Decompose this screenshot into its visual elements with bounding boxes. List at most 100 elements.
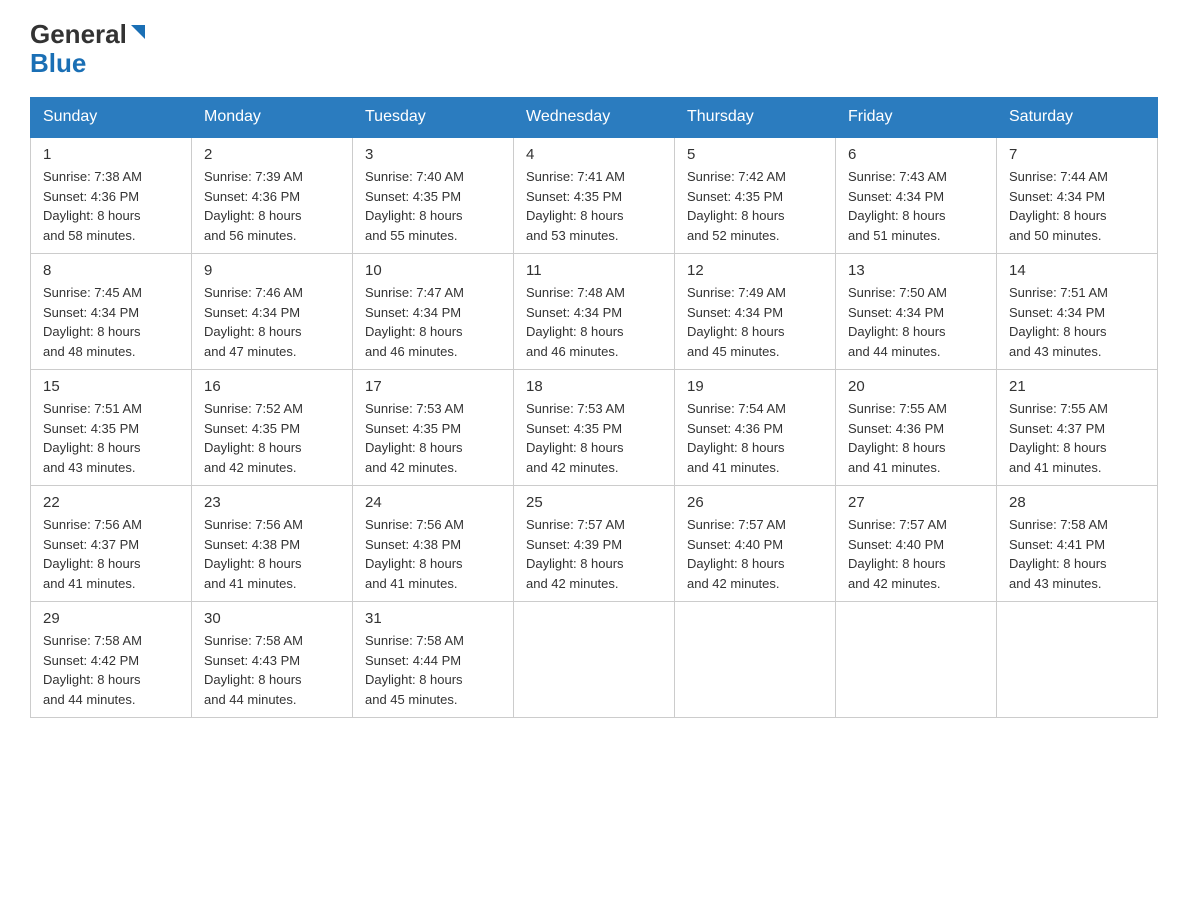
day-number: 30 [204, 610, 340, 627]
day-info: Sunrise: 7:57 AMSunset: 4:39 PMDaylight:… [526, 517, 625, 591]
day-info: Sunrise: 7:40 AMSunset: 4:35 PMDaylight:… [365, 169, 464, 243]
calendar-cell [997, 602, 1158, 718]
calendar-cell: 13 Sunrise: 7:50 AMSunset: 4:34 PMDaylig… [836, 254, 997, 370]
day-info: Sunrise: 7:42 AMSunset: 4:35 PMDaylight:… [687, 169, 786, 243]
day-info: Sunrise: 7:57 AMSunset: 4:40 PMDaylight:… [687, 517, 786, 591]
calendar-cell: 23 Sunrise: 7:56 AMSunset: 4:38 PMDaylig… [192, 486, 353, 602]
day-number: 24 [365, 494, 501, 511]
day-info: Sunrise: 7:58 AMSunset: 4:43 PMDaylight:… [204, 633, 303, 707]
calendar-cell [836, 602, 997, 718]
calendar-cell: 24 Sunrise: 7:56 AMSunset: 4:38 PMDaylig… [353, 486, 514, 602]
calendar-table: SundayMondayTuesdayWednesdayThursdayFrid… [30, 97, 1158, 718]
logo-blue-text: Blue [30, 48, 86, 78]
calendar-cell: 25 Sunrise: 7:57 AMSunset: 4:39 PMDaylig… [514, 486, 675, 602]
day-number: 16 [204, 378, 340, 395]
calendar-cell: 5 Sunrise: 7:42 AMSunset: 4:35 PMDayligh… [675, 137, 836, 254]
weekday-header-thursday: Thursday [675, 98, 836, 138]
logo-general-text: General [30, 20, 127, 49]
day-number: 22 [43, 494, 179, 511]
day-info: Sunrise: 7:44 AMSunset: 4:34 PMDaylight:… [1009, 169, 1108, 243]
day-number: 20 [848, 378, 984, 395]
day-number: 19 [687, 378, 823, 395]
day-info: Sunrise: 7:55 AMSunset: 4:36 PMDaylight:… [848, 401, 947, 475]
day-info: Sunrise: 7:38 AMSunset: 4:36 PMDaylight:… [43, 169, 142, 243]
calendar-cell: 27 Sunrise: 7:57 AMSunset: 4:40 PMDaylig… [836, 486, 997, 602]
calendar-cell: 6 Sunrise: 7:43 AMSunset: 4:34 PMDayligh… [836, 137, 997, 254]
calendar-cell: 7 Sunrise: 7:44 AMSunset: 4:34 PMDayligh… [997, 137, 1158, 254]
day-info: Sunrise: 7:50 AMSunset: 4:34 PMDaylight:… [848, 285, 947, 359]
calendar-cell: 21 Sunrise: 7:55 AMSunset: 4:37 PMDaylig… [997, 370, 1158, 486]
day-number: 21 [1009, 378, 1145, 395]
day-number: 14 [1009, 262, 1145, 279]
calendar-cell: 14 Sunrise: 7:51 AMSunset: 4:34 PMDaylig… [997, 254, 1158, 370]
day-number: 3 [365, 146, 501, 163]
calendar-cell: 17 Sunrise: 7:53 AMSunset: 4:35 PMDaylig… [353, 370, 514, 486]
calendar-cell: 20 Sunrise: 7:55 AMSunset: 4:36 PMDaylig… [836, 370, 997, 486]
calendar-cell: 12 Sunrise: 7:49 AMSunset: 4:34 PMDaylig… [675, 254, 836, 370]
day-number: 28 [1009, 494, 1145, 511]
day-info: Sunrise: 7:45 AMSunset: 4:34 PMDaylight:… [43, 285, 142, 359]
day-info: Sunrise: 7:53 AMSunset: 4:35 PMDaylight:… [526, 401, 625, 475]
day-number: 31 [365, 610, 501, 627]
calendar-cell: 16 Sunrise: 7:52 AMSunset: 4:35 PMDaylig… [192, 370, 353, 486]
calendar-week-row: 15 Sunrise: 7:51 AMSunset: 4:35 PMDaylig… [31, 370, 1158, 486]
day-info: Sunrise: 7:49 AMSunset: 4:34 PMDaylight:… [687, 285, 786, 359]
day-info: Sunrise: 7:46 AMSunset: 4:34 PMDaylight:… [204, 285, 303, 359]
calendar-cell: 18 Sunrise: 7:53 AMSunset: 4:35 PMDaylig… [514, 370, 675, 486]
day-number: 7 [1009, 146, 1145, 163]
day-number: 8 [43, 262, 179, 279]
calendar-cell: 22 Sunrise: 7:56 AMSunset: 4:37 PMDaylig… [31, 486, 192, 602]
logo-arrow-icon [127, 21, 149, 48]
calendar-week-row: 29 Sunrise: 7:58 AMSunset: 4:42 PMDaylig… [31, 602, 1158, 718]
weekday-header-friday: Friday [836, 98, 997, 138]
calendar-week-row: 8 Sunrise: 7:45 AMSunset: 4:34 PMDayligh… [31, 254, 1158, 370]
day-info: Sunrise: 7:39 AMSunset: 4:36 PMDaylight:… [204, 169, 303, 243]
weekday-header-wednesday: Wednesday [514, 98, 675, 138]
day-number: 25 [526, 494, 662, 511]
day-info: Sunrise: 7:56 AMSunset: 4:38 PMDaylight:… [204, 517, 303, 591]
calendar-cell: 1 Sunrise: 7:38 AMSunset: 4:36 PMDayligh… [31, 137, 192, 254]
calendar-cell: 10 Sunrise: 7:47 AMSunset: 4:34 PMDaylig… [353, 254, 514, 370]
day-info: Sunrise: 7:43 AMSunset: 4:34 PMDaylight:… [848, 169, 947, 243]
calendar-cell: 15 Sunrise: 7:51 AMSunset: 4:35 PMDaylig… [31, 370, 192, 486]
day-info: Sunrise: 7:58 AMSunset: 4:41 PMDaylight:… [1009, 517, 1108, 591]
day-info: Sunrise: 7:41 AMSunset: 4:35 PMDaylight:… [526, 169, 625, 243]
calendar-cell: 9 Sunrise: 7:46 AMSunset: 4:34 PMDayligh… [192, 254, 353, 370]
day-info: Sunrise: 7:56 AMSunset: 4:37 PMDaylight:… [43, 517, 142, 591]
day-info: Sunrise: 7:52 AMSunset: 4:35 PMDaylight:… [204, 401, 303, 475]
calendar-cell: 26 Sunrise: 7:57 AMSunset: 4:40 PMDaylig… [675, 486, 836, 602]
calendar-cell [675, 602, 836, 718]
day-number: 5 [687, 146, 823, 163]
weekday-header-monday: Monday [192, 98, 353, 138]
weekday-header-row: SundayMondayTuesdayWednesdayThursdayFrid… [31, 98, 1158, 138]
logo: General Blue [30, 20, 149, 77]
weekday-header-saturday: Saturday [997, 98, 1158, 138]
calendar-cell: 19 Sunrise: 7:54 AMSunset: 4:36 PMDaylig… [675, 370, 836, 486]
day-info: Sunrise: 7:58 AMSunset: 4:42 PMDaylight:… [43, 633, 142, 707]
day-number: 23 [204, 494, 340, 511]
calendar-cell: 3 Sunrise: 7:40 AMSunset: 4:35 PMDayligh… [353, 137, 514, 254]
day-number: 29 [43, 610, 179, 627]
day-info: Sunrise: 7:48 AMSunset: 4:34 PMDaylight:… [526, 285, 625, 359]
day-number: 12 [687, 262, 823, 279]
calendar-week-row: 1 Sunrise: 7:38 AMSunset: 4:36 PMDayligh… [31, 137, 1158, 254]
day-number: 2 [204, 146, 340, 163]
calendar-week-row: 22 Sunrise: 7:56 AMSunset: 4:37 PMDaylig… [31, 486, 1158, 602]
calendar-cell [514, 602, 675, 718]
day-number: 11 [526, 262, 662, 279]
day-number: 1 [43, 146, 179, 163]
day-number: 6 [848, 146, 984, 163]
day-number: 18 [526, 378, 662, 395]
day-number: 27 [848, 494, 984, 511]
page-header: General Blue [30, 20, 1158, 77]
calendar-cell: 11 Sunrise: 7:48 AMSunset: 4:34 PMDaylig… [514, 254, 675, 370]
day-number: 15 [43, 378, 179, 395]
weekday-header-sunday: Sunday [31, 98, 192, 138]
day-info: Sunrise: 7:47 AMSunset: 4:34 PMDaylight:… [365, 285, 464, 359]
day-info: Sunrise: 7:56 AMSunset: 4:38 PMDaylight:… [365, 517, 464, 591]
calendar-cell: 30 Sunrise: 7:58 AMSunset: 4:43 PMDaylig… [192, 602, 353, 718]
day-info: Sunrise: 7:53 AMSunset: 4:35 PMDaylight:… [365, 401, 464, 475]
calendar-cell: 28 Sunrise: 7:58 AMSunset: 4:41 PMDaylig… [997, 486, 1158, 602]
day-number: 17 [365, 378, 501, 395]
weekday-header-tuesday: Tuesday [353, 98, 514, 138]
